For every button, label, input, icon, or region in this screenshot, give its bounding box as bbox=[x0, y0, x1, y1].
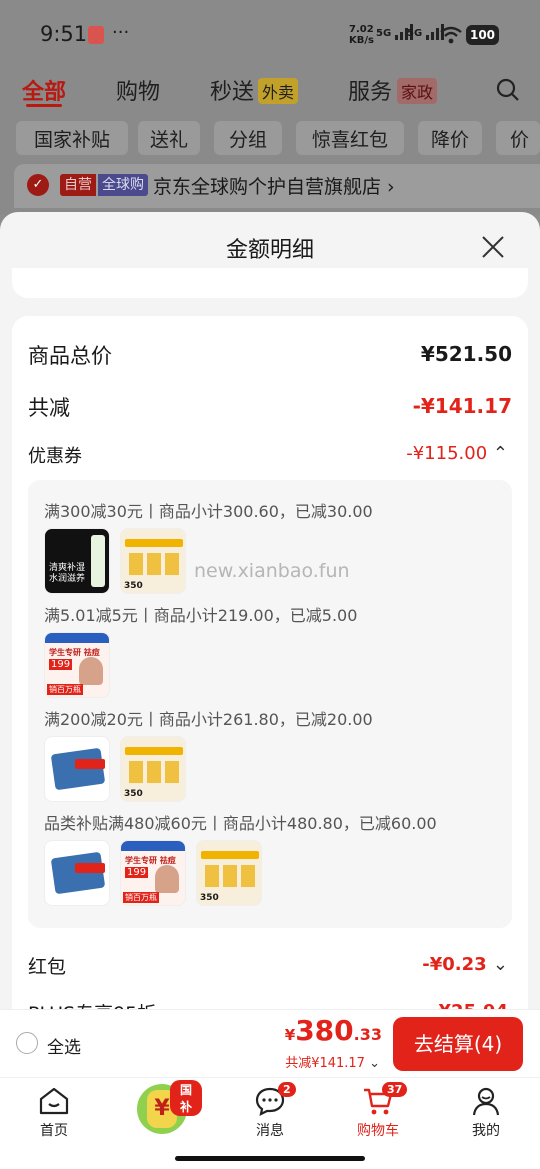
coupon-group-desc: 满300减30元丨商品小计300.60，已减30.00 bbox=[44, 502, 373, 521]
thumb-sale: 销百万瓶 bbox=[123, 892, 159, 903]
app-notification-icon bbox=[88, 26, 104, 44]
net1-label: 5G bbox=[376, 28, 392, 39]
tab-service[interactable]: 服务 bbox=[348, 74, 392, 106]
wifi-icon bbox=[440, 26, 462, 44]
price-integer: 380 bbox=[295, 1014, 354, 1047]
home-icon bbox=[39, 1087, 69, 1115]
filter-group[interactable]: 分组 bbox=[214, 121, 282, 155]
total-price-label: 商品总价 bbox=[28, 344, 112, 368]
chevron-up-icon: ⌃ bbox=[492, 443, 508, 464]
checkout-button[interactable]: 去结算(4) bbox=[393, 1017, 523, 1071]
thumb-text-2: 水润滋养 bbox=[49, 574, 86, 584]
network-speed: 7.02 KB/s bbox=[349, 24, 374, 46]
speed-value: 7.02 bbox=[349, 24, 374, 35]
tab-delivery[interactable]: 秒送 bbox=[210, 74, 254, 106]
tag-housekeeping: 家政 bbox=[397, 78, 438, 104]
thumb-price: 350 bbox=[124, 789, 143, 799]
filter-red-packet[interactable]: 惊喜红包 bbox=[296, 121, 404, 155]
select-all-label[interactable]: 全选 bbox=[47, 1033, 81, 1058]
redpacket-value: -¥0.23 bbox=[422, 954, 487, 975]
bottom-navigation: 首页 ¥ 国补 消息 2 购物车 37 我的 bbox=[0, 1077, 540, 1169]
tab-all-underline bbox=[26, 104, 62, 107]
coupon-toggle[interactable]: -¥115.00 ⌃ bbox=[406, 443, 508, 464]
store-check-icon[interactable]: ✓ bbox=[27, 174, 49, 196]
previous-card bbox=[12, 268, 528, 298]
thumb-text-1: 清爽补湿 bbox=[49, 563, 86, 573]
product-thumb-facemask[interactable] bbox=[44, 736, 110, 802]
watermark: new.xianbao.fun bbox=[194, 560, 350, 582]
filter-gift[interactable]: 送礼 bbox=[138, 121, 200, 155]
total-discount-toggle[interactable]: 共减¥141.17 ⌄ bbox=[285, 1052, 380, 1071]
subsidy-badge: 国补 bbox=[170, 1080, 202, 1116]
sheet-title: 金额明细 bbox=[225, 238, 314, 263]
product-thumb-acne[interactable]: 学生专研 祛痘 199 销百万瓶 bbox=[120, 840, 186, 906]
currency-symbol: ¥ bbox=[284, 1026, 296, 1044]
tab-all[interactable]: 全部 bbox=[22, 74, 66, 106]
more-dots-icon: ··· bbox=[112, 22, 130, 43]
nav-home-label: 首页 bbox=[40, 1123, 68, 1139]
nav-home[interactable]: 首页 bbox=[14, 1086, 94, 1140]
store-name-text: 京东全球购个护自营旗舰店 bbox=[153, 176, 382, 198]
total-discount-text: 共减¥141.17 bbox=[285, 1056, 365, 1071]
speed-unit: KB/s bbox=[349, 35, 374, 46]
checkout-bar: 全选 ¥380.33 共减¥141.17 ⌄ 去结算(4) bbox=[0, 1009, 540, 1077]
nav-messages-label: 消息 bbox=[256, 1123, 284, 1139]
tab-shopping[interactable]: 购物 bbox=[116, 74, 160, 106]
profile-icon bbox=[472, 1087, 500, 1116]
thumb-price: 350 bbox=[200, 893, 219, 903]
tag-global: 全球购 bbox=[98, 174, 148, 196]
close-icon[interactable] bbox=[481, 235, 505, 259]
product-thumb-catfood[interactable]: 350 bbox=[120, 736, 186, 802]
tag-self-operated: 自营 bbox=[60, 174, 96, 196]
battery-icon: 100 bbox=[466, 25, 499, 45]
coupon-label: 优惠券 bbox=[28, 446, 82, 467]
coupon-group-desc: 品类补贴满480减60元丨商品小计480.80，已减60.00 bbox=[44, 814, 437, 833]
discount-label: 共减 bbox=[28, 396, 70, 420]
filter-price-drop[interactable]: 降价 bbox=[418, 121, 482, 155]
chevron-down-icon: ⌄ bbox=[369, 1056, 380, 1071]
product-thumb-catfood[interactable]: 350 bbox=[196, 840, 262, 906]
filter-more[interactable]: 价 bbox=[496, 121, 540, 155]
thumb-price: 350 bbox=[124, 581, 143, 591]
status-time: 9:51 bbox=[40, 22, 88, 46]
net2-label: 5G bbox=[407, 28, 423, 39]
thumb-price-2: 199 bbox=[125, 867, 149, 878]
discount-value: -¥141.17 bbox=[412, 394, 512, 418]
coupon-group-desc: 满200减20元丨商品小计261.80，已减20.00 bbox=[44, 710, 373, 729]
redpacket-label: 红包 bbox=[28, 956, 67, 978]
product-thumb-toner[interactable]: 清爽补湿 水润滋养 bbox=[44, 528, 110, 594]
home-indicator bbox=[175, 1156, 365, 1161]
product-thumb-facemask[interactable] bbox=[44, 840, 110, 906]
cart-badge: 37 bbox=[382, 1082, 408, 1097]
total-price-value: ¥521.50 bbox=[420, 342, 512, 366]
filter-national-subsidy[interactable]: 国家补贴 bbox=[16, 121, 128, 155]
redpacket-toggle[interactable]: -¥0.23 ⌄ bbox=[422, 954, 508, 975]
store-name[interactable]: 京东全球购个护自营旗舰店 › bbox=[153, 172, 395, 199]
coupon-group-desc: 满5.01减5元丨商品小计219.00，已减5.00 bbox=[44, 606, 358, 625]
nav-subsidy[interactable]: ¥ 国补 bbox=[122, 1080, 202, 1134]
nav-cart-label: 购物车 bbox=[357, 1123, 399, 1139]
product-thumb-acne[interactable]: 学生专研 祛痘 199 销百万瓶 bbox=[44, 632, 110, 698]
nav-me-label: 我的 bbox=[472, 1123, 500, 1139]
search-icon[interactable] bbox=[496, 78, 520, 102]
thumb-sale: 销百万瓶 bbox=[47, 684, 83, 695]
messages-badge: 2 bbox=[278, 1082, 296, 1097]
total-price: ¥380.33 bbox=[285, 1014, 382, 1047]
thumb-price-2: 199 bbox=[49, 659, 73, 670]
price-decimal: .33 bbox=[353, 1025, 382, 1044]
nav-me[interactable]: 我的 bbox=[446, 1086, 526, 1140]
product-thumb-catfood[interactable]: 350 bbox=[120, 528, 186, 594]
nav-messages[interactable]: 消息 2 bbox=[230, 1082, 310, 1140]
coupon-value: -¥115.00 bbox=[406, 443, 488, 464]
tag-takeout: 外卖 bbox=[258, 78, 299, 104]
select-all-checkbox[interactable] bbox=[16, 1032, 38, 1054]
nav-cart[interactable]: 购物车 37 bbox=[338, 1082, 418, 1140]
chevron-down-icon: ⌄ bbox=[492, 954, 508, 975]
